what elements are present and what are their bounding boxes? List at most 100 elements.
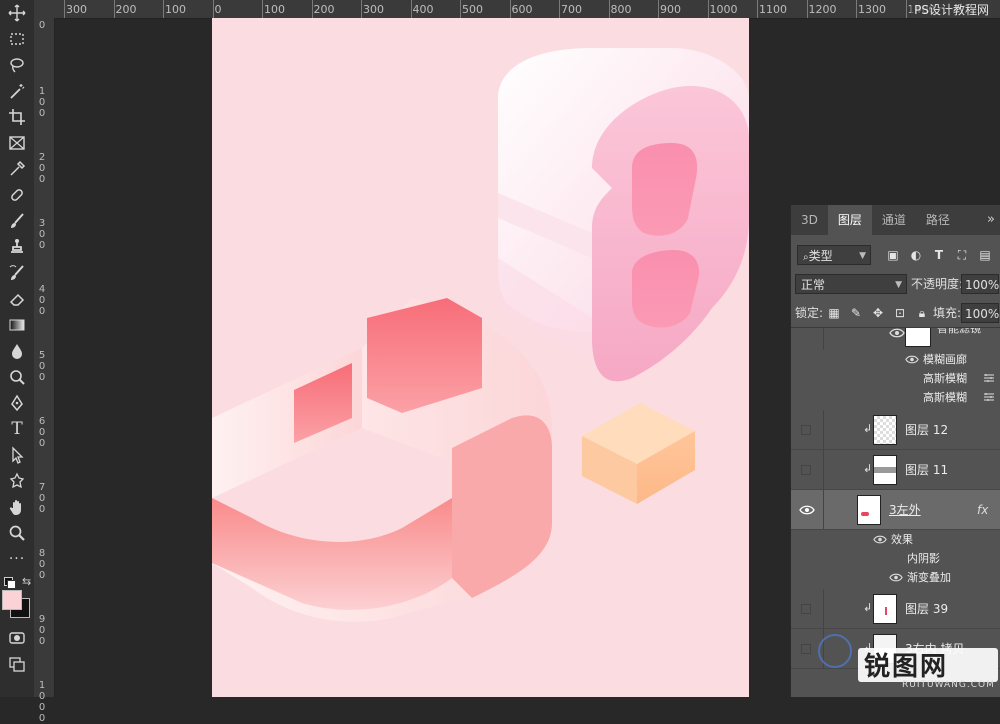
shape-filter-icon[interactable]: ⛶ [953, 246, 971, 264]
ruler-label: 1000 [709, 3, 738, 16]
tools-panel: T ··· ⇆ [0, 0, 35, 697]
more-tools-icon[interactable]: ··· [4, 548, 30, 570]
healing-brush-tool-icon[interactable] [4, 184, 30, 206]
ruler-label: 0 [214, 3, 222, 16]
watermark-text: PS设计教程网 [911, 1, 992, 18]
pen-tool-icon[interactable] [4, 392, 30, 414]
tab-channels[interactable]: 通道 [872, 205, 916, 235]
fx-icon[interactable]: fx [977, 490, 988, 530]
effect-inner-shadow[interactable]: 内阴影 [791, 549, 1000, 568]
eyedropper-tool-icon[interactable] [4, 158, 30, 180]
layer-thumbnail[interactable] [873, 415, 897, 445]
lock-artboard-icon[interactable]: ⊡ [891, 304, 909, 322]
ruler-tick [608, 0, 610, 18]
ruler-tick [509, 0, 511, 18]
tab-3d[interactable]: 3D [791, 205, 828, 235]
brush-tool-icon[interactable] [4, 210, 30, 232]
filter-gaussian-blur[interactable]: 高斯模糊 [791, 388, 1000, 407]
site-watermark-logo: 锐图网 RUITUWANG.COM [818, 628, 1000, 697]
path-selection-tool-icon[interactable] [4, 444, 30, 466]
blend-row: 正常 ▼ 不透明度: 100% [791, 272, 1000, 300]
layer-row-selected[interactable]: 3左外 fx [791, 490, 1000, 530]
eye-icon[interactable] [905, 354, 919, 365]
lock-transparent-icon[interactable]: ▦ [825, 304, 843, 322]
lasso-tool-icon[interactable] [4, 54, 30, 76]
lock-all-icon[interactable]: 🔒︎ [913, 304, 931, 322]
blend-mode-select[interactable]: 正常 ▼ [795, 274, 907, 294]
lock-image-icon[interactable]: ✎ [847, 304, 865, 322]
ruler-label: 200 [115, 3, 137, 16]
opacity-label: 不透明度: [911, 277, 964, 291]
filter-kind-select[interactable]: ⌕类型 ▼ [797, 245, 871, 265]
adjustment-filter-icon[interactable]: ◐ [907, 246, 925, 264]
visibility-toggle[interactable] [801, 465, 811, 475]
layer-thumbnail[interactable] [873, 455, 897, 485]
visibility-toggle[interactable] [801, 425, 811, 435]
eye-icon[interactable] [873, 534, 887, 545]
default-colors-icon[interactable]: ⇆ [2, 575, 32, 589]
opacity-input[interactable]: 100% [961, 274, 999, 294]
blur-tool-icon[interactable] [4, 340, 30, 362]
filter-gaussian-blur[interactable]: 高斯模糊 [791, 369, 1000, 388]
magic-wand-tool-icon[interactable] [4, 80, 30, 102]
frame-tool-icon[interactable] [4, 132, 30, 154]
quick-mask-icon[interactable] [4, 627, 30, 649]
layer-name[interactable]: 图层 39 [905, 589, 948, 629]
filter-options-icon[interactable] [983, 392, 995, 402]
hand-tool-icon[interactable] [4, 496, 30, 518]
layer-name[interactable]: 图层 12 [905, 410, 948, 450]
panel-more-icon[interactable]: » [987, 205, 995, 235]
fill-label: 填充: [933, 306, 962, 320]
visibility-toggle[interactable] [801, 644, 811, 654]
effects-group[interactable]: 效果 [791, 530, 1000, 549]
eye-icon[interactable] [889, 327, 905, 340]
dodge-tool-icon[interactable] [4, 366, 30, 388]
fill-input[interactable]: 100% [961, 303, 999, 323]
ruler-label: 900 [660, 3, 681, 16]
tab-paths[interactable]: 路径 [916, 205, 960, 235]
layer-thumbnail[interactable] [873, 594, 897, 624]
clone-stamp-tool-icon[interactable] [4, 236, 30, 258]
filter-blur-gallery[interactable]: 模糊画廊 [791, 350, 1000, 369]
document-canvas[interactable] [212, 18, 749, 697]
eye-icon[interactable] [799, 503, 815, 517]
marquee-tool-icon[interactable] [4, 28, 30, 50]
layer-row[interactable]: ↲ 图层 12 [791, 410, 1000, 450]
layer-name[interactable]: 3左外 [889, 490, 921, 530]
pixel-filter-icon[interactable]: ▣ [884, 246, 902, 264]
shape-tool-icon[interactable] [4, 470, 30, 492]
eye-icon[interactable] [889, 572, 903, 583]
ruler-tick [559, 0, 560, 18]
type-tool-icon[interactable]: T [4, 418, 30, 440]
ruler-label: 9 0 0 [38, 614, 46, 647]
effect-gradient-overlay[interactable]: 渐变叠加 [791, 568, 1000, 587]
eraser-tool-icon[interactable] [4, 288, 30, 310]
move-tool-icon[interactable] [4, 2, 30, 24]
smart-filter-mask-thumbnail[interactable] [905, 328, 931, 347]
lock-row: 锁定: ▦ ✎ ✥ ⊡ 🔒︎ 填充: 100% [791, 301, 1000, 329]
foreground-color-swatch[interactable] [2, 590, 22, 610]
ruler-tick [113, 0, 115, 18]
layer-row[interactable]: ↲ 图层 39 [791, 589, 1000, 629]
type-filter-icon[interactable]: T [930, 246, 948, 264]
layer-name[interactable]: 图层 11 [905, 450, 948, 490]
ruler-label: 700 [561, 3, 582, 16]
layer-thumbnail[interactable] [857, 495, 881, 525]
tab-layers[interactable]: 图层 [827, 205, 872, 235]
figure-three [212, 298, 552, 622]
screen-mode-icon[interactable] [4, 653, 30, 675]
ruler-label: 5 0 0 [38, 350, 46, 383]
gradient-tool-icon[interactable] [4, 314, 30, 336]
history-brush-tool-icon[interactable] [4, 262, 30, 284]
layer-row[interactable]: ↲ 图层 11 [791, 450, 1000, 490]
zoom-tool-icon[interactable] [4, 522, 30, 544]
filter-options-icon[interactable] [983, 373, 995, 383]
orange-cube [582, 403, 695, 504]
smart-object-filter-icon[interactable]: ▤ [976, 246, 994, 264]
lock-position-icon[interactable]: ✥ [869, 304, 887, 322]
layer-smart-filters[interactable]: 智能滤镜 [791, 327, 1000, 350]
ruler-origin[interactable] [34, 0, 55, 19]
ruler-tick [806, 0, 808, 18]
visibility-toggle[interactable] [801, 604, 811, 614]
crop-tool-icon[interactable] [4, 106, 30, 128]
